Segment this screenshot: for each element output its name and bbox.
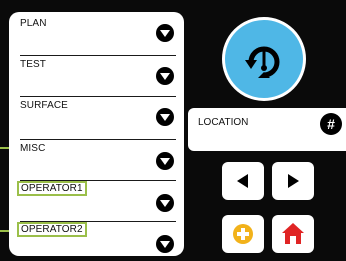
divider [20,55,176,56]
next-button[interactable] [272,162,314,200]
chevron-down-icon[interactable] [156,24,174,42]
plus-circle-icon [233,224,253,244]
home-icon [282,223,304,244]
menu-item-surface[interactable]: SURFACE [20,96,176,134]
menu-item-label: SURFACE [20,100,68,111]
chevron-down-icon[interactable] [156,152,174,170]
location-label: LOCATION [198,117,249,128]
menu-item-test[interactable]: TEST [20,55,176,93]
menu-item-label: OPERATOR1 [17,181,87,196]
chevron-down-icon[interactable] [156,108,174,126]
location-field[interactable]: LOCATION # [188,108,346,151]
arrow-left-icon [237,174,248,188]
home-button[interactable] [272,215,314,253]
scan-button[interactable] [222,17,306,101]
menu-panel: PLAN TEST SURFACE MISC OPERATOR1 OPERATO… [9,12,184,256]
chevron-down-icon[interactable] [156,235,174,253]
menu-item-label: MISC [20,143,46,154]
menu-item-label: PLAN [20,18,47,29]
rotate-scan-icon [245,46,280,78]
chevron-down-icon[interactable] [156,194,174,212]
menu-item-plan[interactable]: PLAN [20,14,176,52]
divider [20,96,176,97]
menu-item-label: OPERATOR2 [17,222,87,237]
arrow-right-icon [288,174,299,188]
hash-icon[interactable]: # [320,113,342,135]
menu-item-operator1[interactable]: OPERATOR1 [17,180,176,218]
add-button[interactable] [222,215,264,253]
divider [20,139,176,140]
chevron-down-icon[interactable] [156,67,174,85]
menu-item-misc[interactable]: MISC [20,139,176,177]
menu-item-operator2[interactable]: OPERATOR2 [17,221,176,259]
menu-item-label: TEST [20,59,46,70]
previous-button[interactable] [222,162,264,200]
